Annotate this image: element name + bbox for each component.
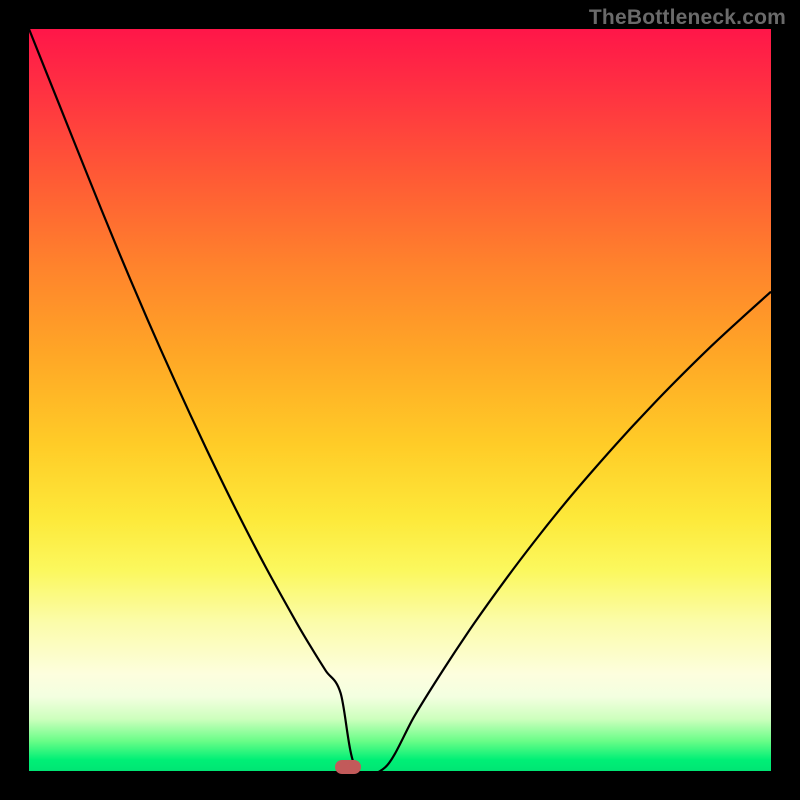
watermark-text: TheBottleneck.com xyxy=(589,6,786,30)
optimal-point-marker xyxy=(335,760,361,774)
chart-frame: TheBottleneck.com xyxy=(0,0,800,800)
bottleneck-curve xyxy=(29,29,771,771)
curve-path xyxy=(29,29,771,775)
plot-area xyxy=(29,29,771,771)
